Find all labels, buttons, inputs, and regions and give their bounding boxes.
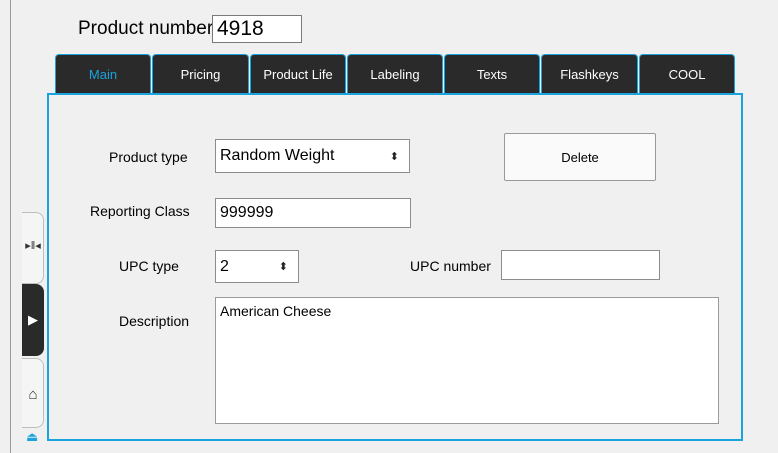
dropdown-arrow-icon: ⬍ [389, 150, 399, 163]
delete-button[interactable]: Delete [504, 133, 656, 181]
upc-number-label: UPC number [410, 258, 491, 274]
tab-pricing[interactable]: Pricing [152, 54, 249, 94]
window-left-edge [10, 0, 11, 453]
home-icon: ⌂ [28, 386, 38, 403]
dropdown-arrow-icon: ⬍ [278, 261, 288, 273]
product-number-field[interactable]: 4918 [212, 15, 302, 43]
product-number-label: Product number [78, 18, 214, 39]
upc-type-select[interactable]: 2 ⬍ [215, 250, 299, 283]
tab-main[interactable]: Main [55, 54, 151, 94]
collapse-toolbar-button[interactable]: ▸‖◂ [22, 212, 44, 284]
tab-texts[interactable]: Texts [444, 54, 540, 94]
upc-number-input[interactable] [501, 250, 660, 280]
tab-cool[interactable]: COOL [639, 54, 735, 94]
reporting-class-label: Reporting Class [90, 203, 190, 219]
reporting-class-input[interactable]: 999999 [215, 198, 411, 228]
tab-labeling[interactable]: Labeling [347, 54, 443, 94]
description-textarea[interactable]: American Cheese [215, 297, 719, 424]
play-button[interactable]: ▶ [22, 284, 44, 356]
tab-flashkeys[interactable]: Flashkeys [541, 54, 638, 94]
collapse-icon: ▸‖◂ [25, 240, 41, 252]
tab-product-life[interactable]: Product Life [250, 54, 346, 94]
product-type-label: Product type [109, 149, 188, 165]
upc-type-label: UPC type [119, 258, 179, 274]
play-icon: ▶ [28, 312, 38, 327]
eject-icon[interactable]: ⏏ [26, 429, 38, 445]
product-type-select[interactable]: Random Weight ⬍ [215, 139, 410, 173]
description-label: Description [119, 313, 190, 329]
upc-type-value: 2 [220, 257, 229, 275]
home-button[interactable]: ⌂ [22, 358, 44, 428]
main-tab-panel: Product type Random Weight ⬍ Delete Repo… [47, 93, 743, 441]
product-type-value: Random Weight [220, 147, 335, 164]
